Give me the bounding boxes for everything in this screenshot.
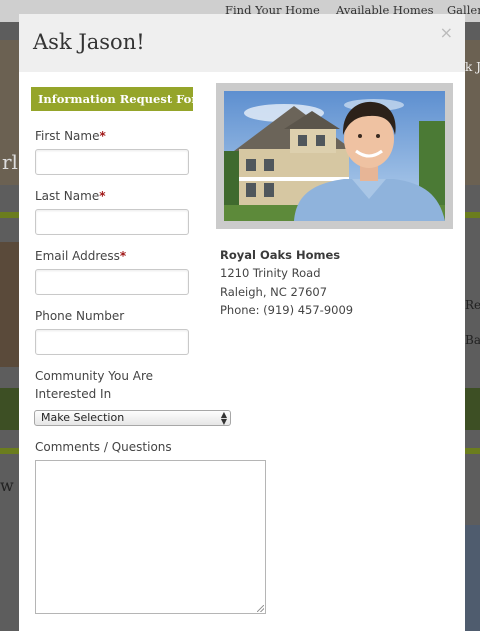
community-select-value: Make Selection — [41, 411, 125, 424]
phone-number: Phone: (919) 457-9009 — [220, 303, 354, 317]
email-label: Email Address* — [35, 249, 126, 263]
first-name-input[interactable] — [35, 149, 189, 175]
last-name-input[interactable] — [35, 209, 189, 235]
phone-input[interactable] — [35, 329, 189, 355]
background-green-line — [0, 448, 19, 454]
community-select[interactable]: Make Selection ▲ ▼ — [34, 410, 231, 426]
street-address: 1210 Trinity Road — [220, 266, 321, 280]
last-name-label-text: Last Name — [35, 189, 100, 203]
ask-jason-modal: Ask Jason! × Information Request Form Fi… — [19, 14, 465, 631]
background-fragment: rl — [2, 150, 18, 174]
modal-header: Ask Jason! × — [19, 14, 465, 72]
background-listing-image — [0, 242, 19, 367]
required-mark: * — [99, 189, 106, 203]
first-name-label-text: First Name — [35, 129, 100, 143]
company-name: Royal Oaks Homes — [220, 248, 341, 262]
phone-label: Phone Number — [35, 309, 125, 323]
background-fragment: Re — [465, 298, 480, 312]
email-label-text: Email Address — [35, 249, 120, 263]
resize-grip-icon[interactable] — [257, 605, 264, 612]
community-label-line2: Interested In — [35, 387, 112, 401]
comments-textarea[interactable] — [35, 460, 266, 614]
city-state-zip: Raleigh, NC 27607 — [220, 285, 328, 299]
modal-title: Ask Jason! — [33, 30, 145, 54]
background-green-band — [465, 388, 480, 430]
first-name-label: First Name* — [35, 129, 106, 143]
community-label-line1: Community You Are — [35, 369, 154, 383]
comments-label: Comments / Questions — [35, 440, 172, 454]
required-mark: * — [119, 249, 127, 263]
email-input[interactable] — [35, 269, 189, 295]
required-mark: * — [99, 129, 106, 143]
agent-photo-frame — [216, 83, 453, 229]
background-fragment: Ba — [465, 333, 480, 347]
background-green-line — [0, 212, 19, 218]
background-green-band — [0, 388, 19, 430]
select-arrows-icon: ▲ ▼ — [220, 410, 227, 426]
agent-photo-image — [224, 91, 445, 221]
background-fragment: w — [0, 476, 14, 495]
last-name-label: Last Name* — [35, 189, 106, 203]
background-fragment: k J — [465, 60, 480, 74]
agent-photo — [224, 91, 445, 221]
form-heading: Information Request Form — [31, 87, 210, 111]
background-green-line — [465, 212, 480, 218]
background-image — [465, 525, 480, 631]
background-green-line — [465, 448, 480, 454]
close-button[interactable]: × — [440, 24, 453, 42]
